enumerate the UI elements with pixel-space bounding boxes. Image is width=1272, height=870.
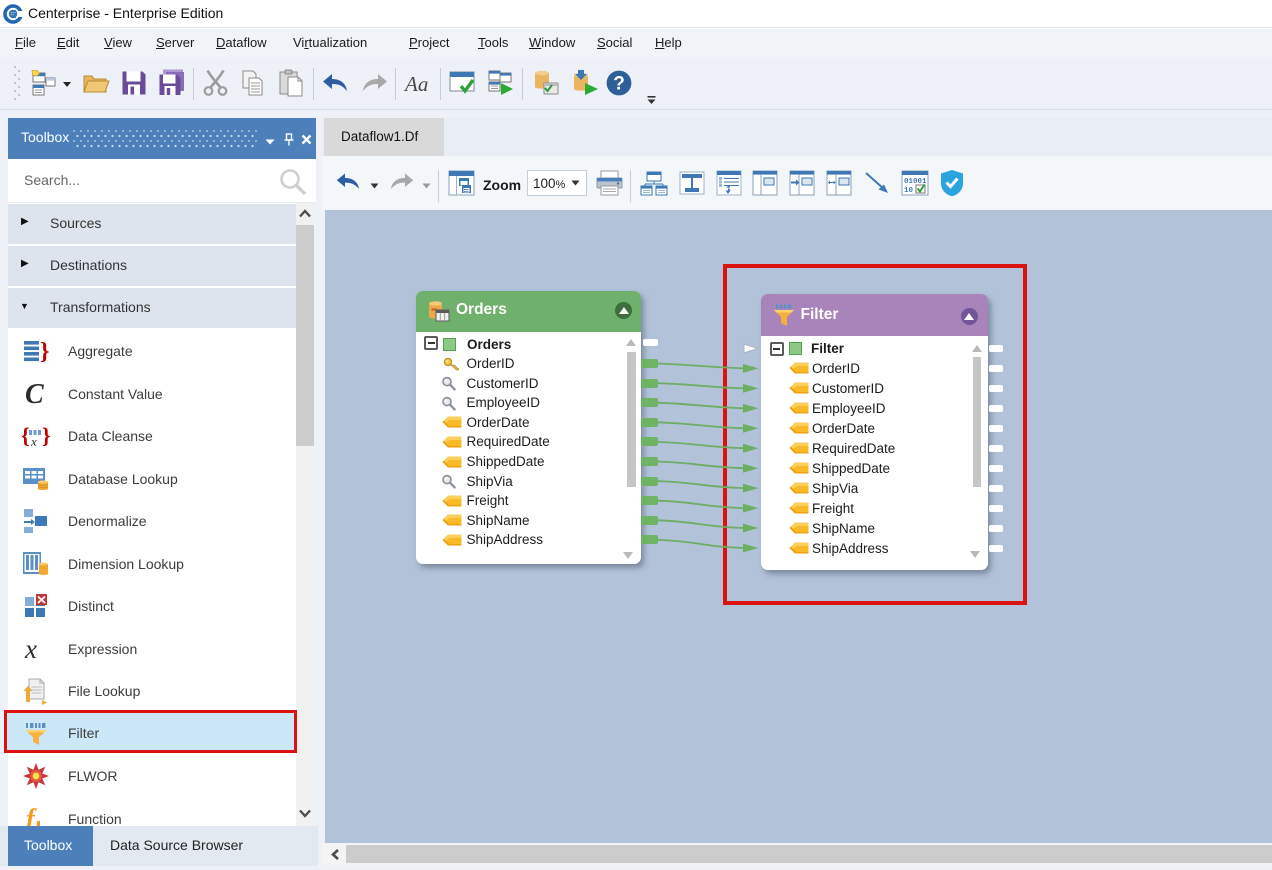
svg-text:x: x: [30, 434, 37, 449]
svg-text:{: {: [22, 423, 30, 448]
svg-text:}: }: [42, 423, 50, 448]
svg-text:?: ?: [613, 74, 625, 95]
svg-text:C: C: [25, 380, 44, 408]
svg-text:}: }: [40, 339, 49, 365]
svg-text:10: 10: [904, 187, 914, 195]
svg-text:x: x: [24, 635, 37, 663]
svg-text:f: f: [26, 805, 37, 827]
